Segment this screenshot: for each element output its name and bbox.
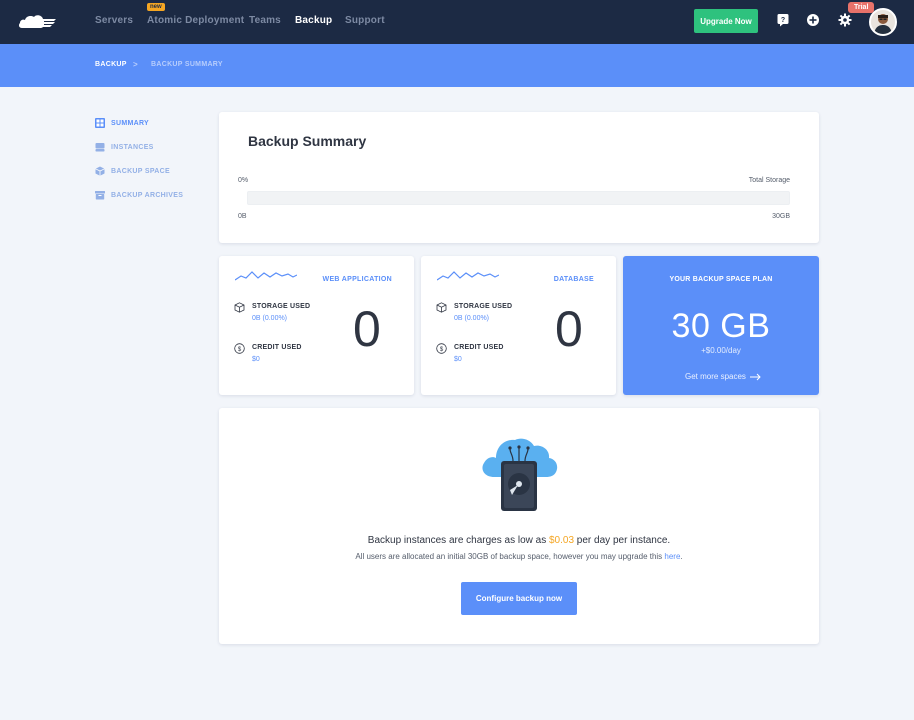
storage-used-label: STORAGE USED (252, 303, 311, 310)
svg-text:$: $ (238, 347, 242, 353)
cta-subtext: All users are allocated an initial 30GB … (355, 552, 683, 561)
storage-used-label: STORAGE USED (454, 303, 513, 310)
sparkline-icon (235, 271, 297, 281)
sidebar-item-summary[interactable]: SUMMARY (95, 117, 149, 129)
archive-icon (95, 191, 105, 200)
trial-badge: Trial (848, 2, 875, 13)
user-avatar-icon (871, 10, 895, 34)
top-navbar: Servers Atomic Deployment new Teams Back… (0, 0, 914, 44)
storage-percent-label: 0% (238, 177, 249, 184)
help-icon[interactable]: ? (776, 13, 790, 27)
database-card[interactable]: DATABASE STORAGE USED 0B (0.00%) $ CREDI… (421, 256, 616, 395)
nav-backup[interactable]: Backup (295, 15, 332, 26)
sparkline-icon (437, 271, 499, 281)
total-storage-label: Total Storage (748, 177, 790, 184)
plus-circle-icon[interactable] (806, 13, 820, 27)
storage-min-label: 0B (238, 213, 247, 220)
arrow-right-icon (749, 373, 761, 380)
price-highlight: $0.03 (549, 535, 575, 546)
box-icon (234, 302, 245, 313)
new-badge: new (147, 3, 165, 11)
gear-icon[interactable] (838, 13, 852, 27)
breadcrumb-backup[interactable]: BACKUP (95, 61, 127, 68)
upgrade-here-link[interactable]: here (664, 552, 680, 561)
breadcrumb: BACKUP > BACKUP SUMMARY (0, 44, 914, 87)
configure-backup-card: Backup instances are charges as low as $… (219, 408, 819, 644)
get-more-spaces-label: Get more spaces (685, 372, 746, 381)
svg-text:$: $ (440, 347, 444, 353)
cloudways-logo-icon[interactable] (18, 12, 58, 32)
sidebar-item-instances[interactable]: INSTANCES (95, 141, 154, 153)
cta-headline: Backup instances are charges as low as $… (367, 535, 671, 546)
credit-used-value: $0 (252, 356, 260, 363)
sidebar-item-label: BACKUP ARCHIVES (111, 191, 184, 199)
storage-progress-bar (247, 191, 790, 205)
backup-space-plan-card: YOUR BACKUP SPACE PLAN 30 GB +$0.00/day … (623, 256, 819, 395)
nav-atomic-deployment[interactable]: Atomic Deployment (147, 15, 244, 26)
nav-support[interactable]: Support (345, 15, 385, 26)
upgrade-now-button[interactable]: Upgrade Now (694, 9, 758, 33)
plan-title: YOUR BACKUP SPACE PLAN (669, 276, 773, 283)
svg-text:?: ? (781, 17, 785, 24)
web-application-card[interactable]: WEB APPLICATION STORAGE USED 0B (0.00%) … (219, 256, 414, 395)
box-icon (436, 302, 447, 313)
server-icon (95, 143, 105, 152)
cloud-hard-drive-icon (482, 438, 558, 511)
plan-size: 30 GB (671, 307, 771, 345)
grid-icon (95, 118, 105, 128)
avatar[interactable] (869, 8, 897, 36)
storage-used-value: 0B (0.00%) (454, 315, 490, 322)
nav-teams[interactable]: Teams (249, 15, 281, 26)
card-type-label: WEB APPLICATION (322, 276, 392, 283)
coin-icon: $ (234, 343, 245, 354)
storage-max-label: 30GB (772, 213, 790, 220)
configure-backup-button[interactable]: Configure backup now (461, 582, 577, 615)
sidebar-item-label: INSTANCES (111, 143, 154, 151)
card-type-label: DATABASE (553, 276, 594, 283)
breadcrumb-current: BACKUP SUMMARY (151, 61, 223, 68)
database-count: 0 (555, 301, 583, 357)
cube-icon (95, 166, 105, 176)
credit-used-value: $0 (454, 356, 462, 363)
page-title: Backup Summary (248, 133, 367, 149)
breadcrumb-separator: > (133, 60, 138, 69)
plan-rate: +$0.00/day (701, 346, 741, 355)
web-application-count: 0 (353, 301, 381, 357)
storage-used-value: 0B (0.00%) (252, 315, 288, 322)
sidebar-item-backup-archives[interactable]: BACKUP ARCHIVES (95, 189, 183, 201)
backup-summary-card: Backup Summary 0% Total Storage 0B 30GB (219, 112, 819, 243)
sidebar-item-label: BACKUP SPACE (111, 167, 170, 175)
coin-icon: $ (436, 343, 447, 354)
nav-servers[interactable]: Servers (95, 15, 133, 26)
credit-used-label: CREDIT USED (454, 344, 504, 351)
sidebar-item-label: SUMMARY (111, 119, 150, 127)
get-more-spaces-link[interactable]: Get more spaces (685, 372, 762, 381)
credit-used-label: CREDIT USED (252, 344, 302, 351)
sidebar-item-backup-space[interactable]: BACKUP SPACE (95, 165, 170, 177)
